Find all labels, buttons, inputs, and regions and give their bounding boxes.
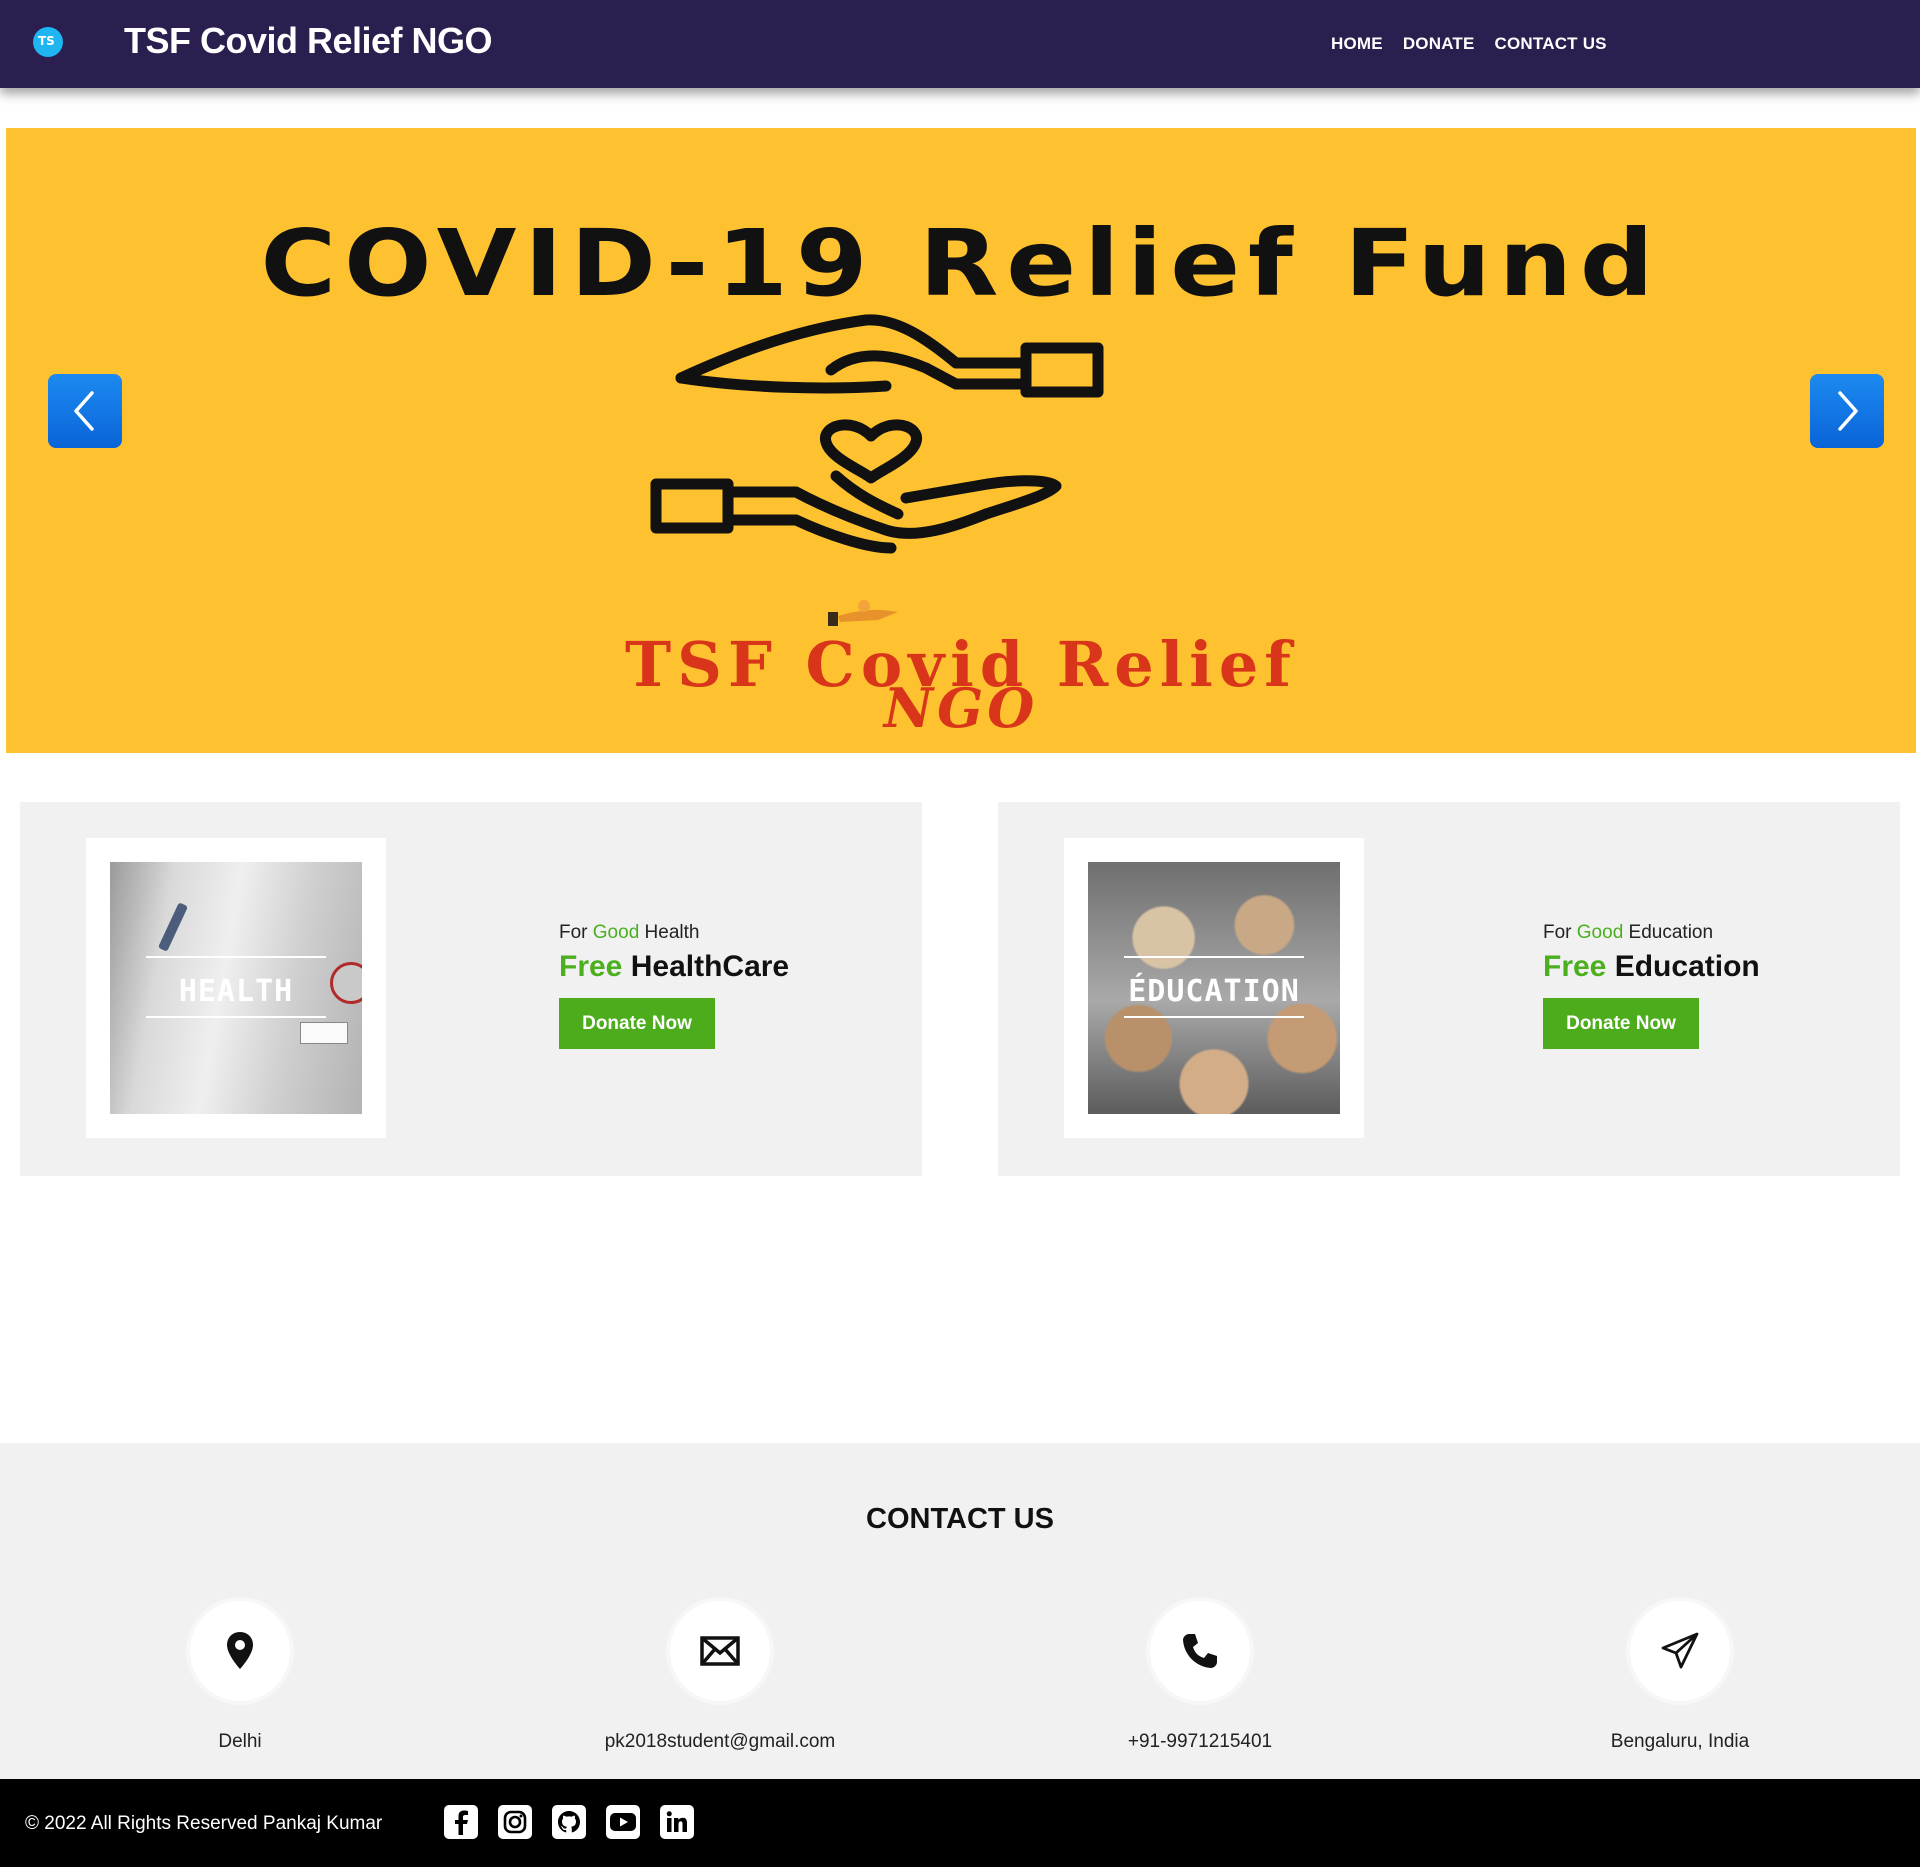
health-tag-suffix: Health	[644, 922, 700, 943]
education-image: ÉDUCATION	[1088, 862, 1340, 1114]
location-pin-icon	[190, 1601, 290, 1701]
nav-home-link[interactable]: HOME	[1331, 34, 1383, 54]
banner-script-ngo: NGO	[883, 676, 1039, 740]
contact-title: CONTACT US	[866, 1503, 1054, 1535]
youtube-icon[interactable]	[606, 1805, 640, 1839]
nav-contact-link[interactable]: CONTACT US	[1495, 34, 1607, 54]
contact-item-email: pk2018student@gmail.com	[520, 1601, 920, 1753]
contact-location-label: Delhi	[218, 1731, 262, 1752]
chevron-left-icon	[74, 391, 94, 431]
education-image-label: ÉDUCATION	[1128, 974, 1300, 1009]
education-tag-prefix: For	[1543, 922, 1572, 943]
github-icon[interactable]	[552, 1805, 586, 1839]
ngo-hand-icon	[828, 600, 898, 626]
education-headline: Free Education	[1543, 950, 1760, 984]
carousel-next-button[interactable]	[1810, 374, 1884, 448]
nav-donate-link[interactable]: DONATE	[1403, 34, 1475, 54]
health-donate-button[interactable]: Donate Now	[559, 998, 715, 1049]
carousel-prev-button[interactable]	[48, 374, 122, 448]
education-card: ÉDUCATION For Good Education Free Educat…	[998, 802, 1900, 1176]
health-card: HEALTH For Good Health Free HealthCare D…	[20, 802, 922, 1176]
health-image: HEALTH	[110, 862, 362, 1114]
education-headline-rest: Education	[1614, 950, 1760, 983]
contact-item-location: Delhi	[40, 1601, 440, 1753]
chevron-right-icon	[1838, 391, 1858, 431]
health-tag-prefix: For	[559, 922, 588, 943]
linkedin-icon[interactable]	[660, 1805, 694, 1839]
nav-links: HOME DONATE CONTACT US	[1331, 34, 1607, 54]
contact-address-label: Bengaluru, India	[1610, 1731, 1750, 1752]
navbar: TS TSF Covid Relief NGO HOME DONATE CONT…	[0, 0, 1920, 88]
education-headline-highlight: Free	[1543, 950, 1607, 983]
education-image-frame: ÉDUCATION	[1064, 838, 1364, 1138]
social-links	[444, 1805, 694, 1839]
caring-hands-heart-icon	[650, 314, 1104, 554]
health-tagline: For Good Health	[559, 922, 789, 944]
health-rule-top	[146, 956, 326, 958]
envelope-icon	[670, 1601, 770, 1701]
contact-item-phone: +91-9971215401	[1000, 1601, 1400, 1753]
contact-email-label[interactable]: pk2018student@gmail.com	[520, 1731, 920, 1753]
health-headline-rest: HealthCare	[630, 950, 790, 983]
phone-icon	[1150, 1601, 1250, 1701]
health-image-frame: HEALTH	[86, 838, 386, 1138]
brand-title[interactable]: TSF Covid Relief NGO	[124, 20, 493, 62]
facebook-icon[interactable]	[444, 1805, 478, 1839]
education-rule-bottom	[1124, 1016, 1304, 1018]
hero-carousel: COVID-19 Relief Fund TSF Covid Relief NG…	[6, 128, 1916, 753]
health-tag-highlight: Good	[592, 922, 640, 943]
contact-section: CONTACT US Delhi pk2018student@gmail.com…	[0, 1443, 1920, 1779]
health-card-text: For Good Health Free HealthCare Donate N…	[559, 922, 789, 1049]
education-tag-highlight: Good	[1576, 922, 1624, 943]
contact-item-address: Bengaluru, India	[1480, 1601, 1880, 1753]
health-image-label: HEALTH	[178, 974, 294, 1009]
brand-logo-icon[interactable]: TS	[33, 27, 63, 57]
footer: © 2022 All Rights Reserved Pankaj Kumar	[0, 1779, 1920, 1867]
education-rule-top	[1124, 956, 1304, 958]
copyright-text: © 2022 All Rights Reserved Pankaj Kumar	[25, 1813, 383, 1834]
instagram-icon[interactable]	[498, 1805, 532, 1839]
education-donate-button[interactable]: Donate Now	[1543, 998, 1699, 1049]
contact-phone-label[interactable]: +91-9971215401	[1000, 1731, 1400, 1753]
paper-plane-icon	[1630, 1601, 1730, 1701]
health-headline: Free HealthCare	[559, 950, 789, 984]
banner-heading: COVID-19 Relief Fund	[260, 210, 1662, 317]
education-card-text: For Good Education Free Education Donate…	[1543, 922, 1760, 1049]
health-headline-highlight: Free	[559, 950, 623, 983]
education-tag-suffix: Education	[1628, 922, 1714, 943]
education-tagline: For Good Education	[1543, 922, 1760, 944]
health-rule-bottom	[146, 1016, 326, 1018]
